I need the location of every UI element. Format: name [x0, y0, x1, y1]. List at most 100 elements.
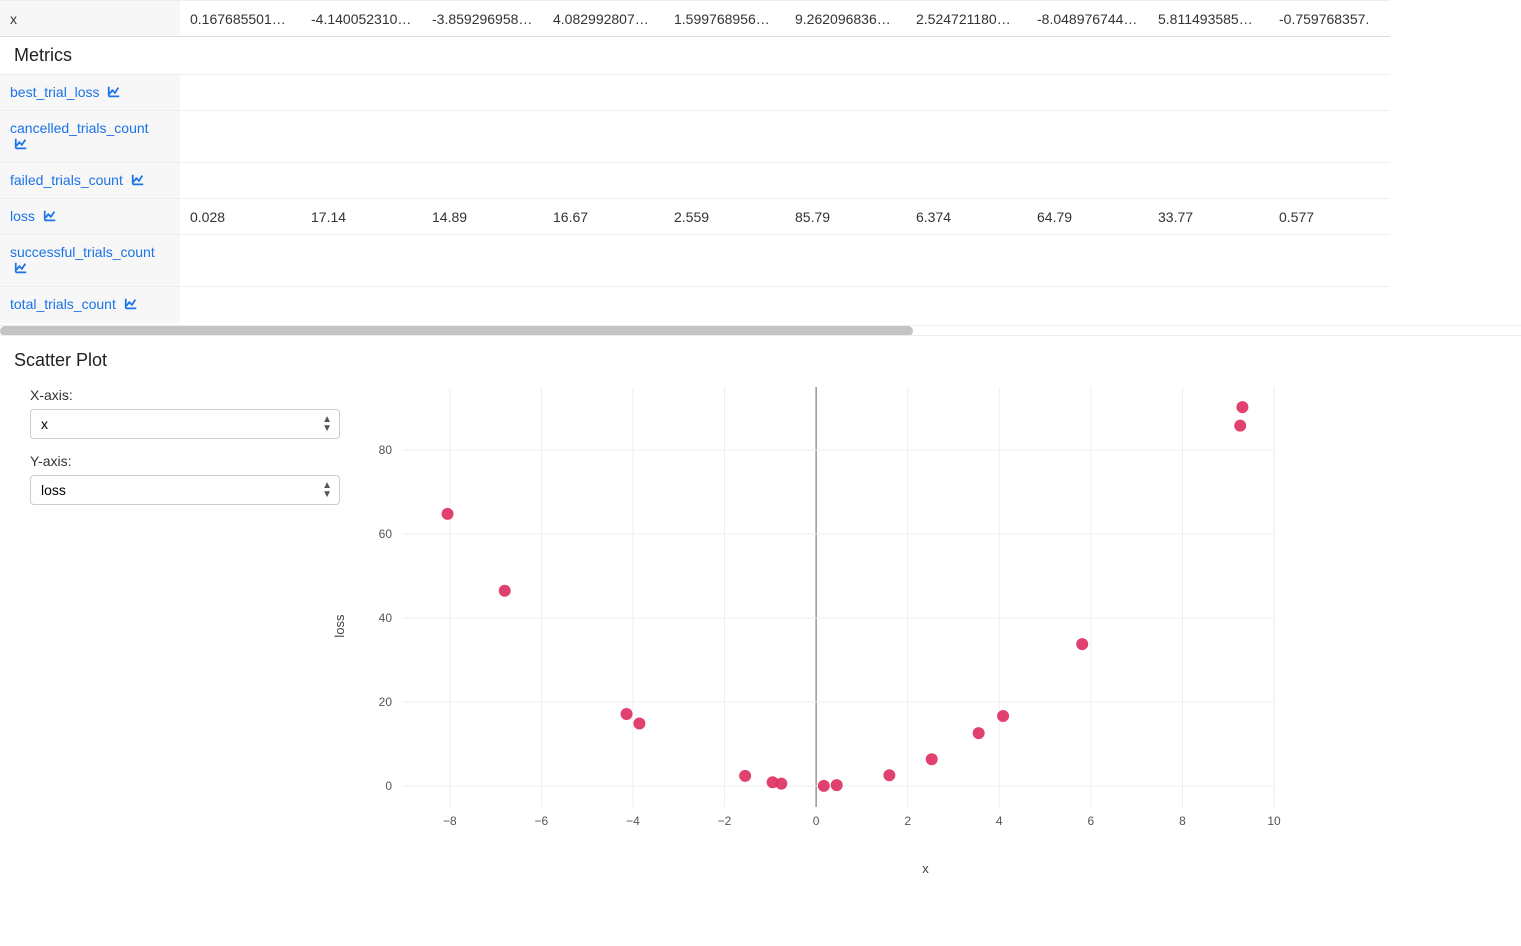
metrics-section-header: Metrics — [0, 37, 1390, 75]
horizontal-scrollbar-track — [0, 325, 1521, 335]
param-value: -0.759768357. — [1269, 1, 1390, 37]
metric-value — [543, 75, 664, 111]
metric-value — [1027, 111, 1148, 163]
metric-value — [906, 111, 1027, 163]
x-axis-select[interactable]: x — [30, 409, 340, 439]
metric-value: 0.028 — [180, 199, 301, 235]
svg-text:6: 6 — [1087, 814, 1094, 828]
metric-value — [1027, 163, 1148, 199]
metric-value: 14.89 — [422, 199, 543, 235]
scatter-point[interactable] — [633, 717, 645, 729]
metric-value — [180, 287, 301, 323]
metric-value — [543, 235, 664, 287]
scatter-point[interactable] — [818, 779, 830, 791]
scatter-point[interactable] — [621, 708, 633, 720]
metric-row-total-trials-count: total_trials_count — [0, 287, 1390, 323]
metric-value: 17.14 — [301, 199, 422, 235]
metric-value — [543, 163, 664, 199]
metric-value — [422, 287, 543, 323]
svg-text:80: 80 — [379, 443, 393, 457]
param-value: 9.2620968368… — [785, 1, 906, 37]
metric-value — [1269, 287, 1390, 323]
metric-value — [1027, 75, 1148, 111]
metric-value — [1269, 163, 1390, 199]
metric-link-cancelled-trials-count[interactable]: cancelled_trials_count — [10, 120, 149, 152]
scatter-point[interactable] — [767, 776, 779, 788]
svg-text:20: 20 — [379, 695, 393, 709]
y-axis-label: Y-axis: — [30, 453, 344, 469]
scatter-point[interactable] — [442, 507, 454, 519]
metric-value — [1027, 287, 1148, 323]
metric-value — [301, 235, 422, 287]
metric-value — [664, 75, 785, 111]
metric-value — [543, 111, 664, 163]
svg-text:0: 0 — [385, 779, 392, 793]
metric-value: 33.77 — [1148, 199, 1269, 235]
metric-link-best-trial-loss[interactable]: best_trial_loss — [10, 84, 121, 100]
param-row-x: x 0.1676855016… -4.140052310… -3.8592969… — [0, 1, 1390, 37]
horizontal-scrollbar-thumb[interactable] — [0, 326, 913, 336]
scatter-point[interactable] — [499, 584, 511, 596]
metric-value — [422, 163, 543, 199]
x-axis-select-wrap: x ▲▼ — [30, 409, 340, 439]
svg-text:10: 10 — [1267, 814, 1281, 828]
metric-row-label: cancelled_trials_count — [0, 111, 180, 163]
scatter-point[interactable] — [883, 769, 895, 781]
metric-row-cancelled-trials-count: cancelled_trials_count — [0, 111, 1390, 163]
scatter-point[interactable] — [973, 727, 985, 739]
metric-value — [664, 111, 785, 163]
svg-text:40: 40 — [379, 611, 393, 625]
param-value: 0.1676855016… — [180, 1, 301, 37]
scatter-point[interactable] — [739, 769, 751, 781]
metric-value — [1148, 163, 1269, 199]
metric-link-failed-trials-count[interactable]: failed_trials_count — [10, 172, 145, 188]
chart-line-icon — [14, 261, 28, 278]
metric-row-label: total_trials_count — [0, 287, 180, 323]
x-axis-label: X-axis: — [30, 387, 344, 403]
chart-line-icon — [131, 173, 145, 190]
metric-value — [1269, 75, 1390, 111]
metric-value — [785, 75, 906, 111]
metric-value — [1148, 235, 1269, 287]
metrics-section-header-row: Metrics — [0, 37, 1390, 75]
metric-value: 16.67 — [543, 199, 664, 235]
metric-link-loss[interactable]: loss — [10, 208, 57, 224]
metric-value — [664, 235, 785, 287]
metric-row-label: best_trial_loss — [0, 75, 180, 111]
metric-link-successful-trials-count[interactable]: successful_trials_count — [10, 244, 155, 276]
metric-value — [1027, 235, 1148, 287]
metric-value — [1269, 235, 1390, 287]
metric-value — [1148, 75, 1269, 111]
metric-value: 0.577 — [1269, 199, 1390, 235]
metric-value — [785, 163, 906, 199]
metric-value: 2.559 — [664, 199, 785, 235]
svg-text:−4: −4 — [626, 814, 640, 828]
y-axis-select[interactable]: loss — [30, 475, 340, 505]
scatter-point[interactable] — [926, 753, 938, 765]
scatter-y-axis-title: loss — [332, 614, 347, 637]
scatter-point[interactable] — [1234, 419, 1246, 431]
metric-row-label: successful_trials_count — [0, 235, 180, 287]
param-value: 5.8114935857… — [1148, 1, 1269, 37]
metric-value — [785, 111, 906, 163]
scatter-point[interactable] — [997, 709, 1009, 721]
param-value: 1.5997689569… — [664, 1, 785, 37]
param-value: 4.0829928071… — [543, 1, 664, 37]
metric-value: 85.79 — [785, 199, 906, 235]
metric-value — [906, 75, 1027, 111]
metric-value — [301, 111, 422, 163]
metric-value: 6.374 — [906, 199, 1027, 235]
scatter-point[interactable] — [1236, 401, 1248, 413]
metric-value — [180, 75, 301, 111]
chart-line-icon — [107, 85, 121, 102]
scatter-plot[interactable]: loss −8−6−4−20246810020406080 x — [344, 377, 1507, 876]
metric-link-total-trials-count[interactable]: total_trials_count — [10, 296, 138, 312]
metric-row-label: loss — [0, 199, 180, 235]
param-value: -8.048976744… — [1027, 1, 1148, 37]
svg-text:60: 60 — [379, 527, 393, 541]
scatter-point[interactable] — [831, 779, 843, 791]
svg-text:−6: −6 — [535, 814, 549, 828]
scatter-point[interactable] — [1076, 638, 1088, 650]
metric-row-failed-trials-count: failed_trials_count — [0, 163, 1390, 199]
svg-text:−8: −8 — [443, 814, 457, 828]
